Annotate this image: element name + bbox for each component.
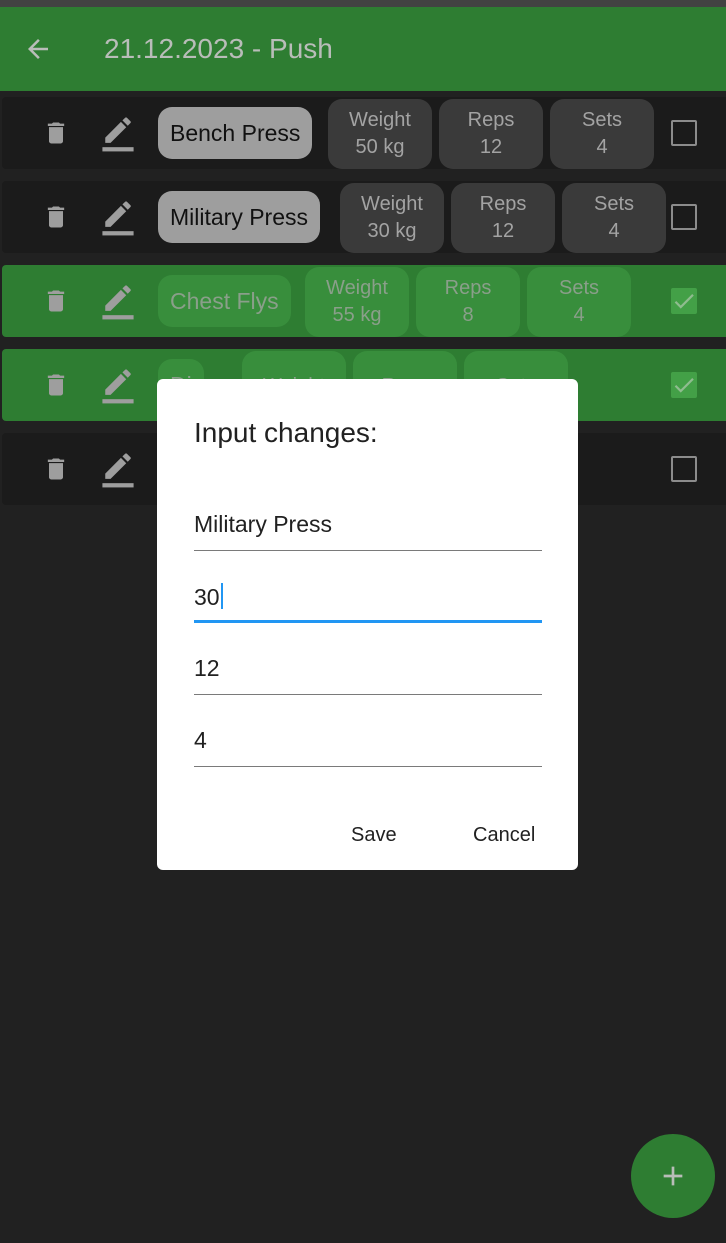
- cancel-button[interactable]: Cancel: [473, 824, 535, 847]
- plus-icon: [663, 1166, 683, 1186]
- name-field[interactable]: Military Press: [194, 489, 542, 551]
- reps-value: 12: [479, 136, 503, 158]
- pencil-icon: [102, 117, 134, 152]
- delete-button[interactable]: [40, 265, 72, 337]
- reps-label: Reps: [467, 109, 515, 131]
- edit-button[interactable]: [98, 181, 138, 253]
- weight-field[interactable]: 30: [194, 561, 542, 623]
- add-exercise-button[interactable]: [631, 1134, 715, 1218]
- reps-field-value: 12: [194, 655, 220, 681]
- sets-value: 4: [596, 136, 608, 158]
- sets-field-value: 4: [194, 727, 207, 753]
- exercise-name-chip[interactable]: Bench Press: [158, 107, 313, 159]
- weight-chip[interactable]: Weight 55 kg: [305, 267, 409, 337]
- exercise-name-chip[interactable]: Military Press: [158, 191, 321, 243]
- done-checkbox[interactable]: [671, 456, 697, 482]
- exercise-row: Chest Flys Weight 55 kg Reps 8 Sets 4: [2, 265, 726, 337]
- dialog-title: Input changes:: [194, 417, 378, 448]
- weight-value: 55 kg: [332, 304, 382, 326]
- page-title: 21.12.2023 - Push: [104, 33, 333, 64]
- sets-chip[interactable]: Sets 4: [562, 183, 666, 253]
- reps-value: 8: [462, 304, 474, 326]
- trash-icon: [47, 206, 65, 228]
- exercise-row: Military Press Weight 30 kg Reps 12 Sets…: [2, 181, 726, 253]
- sets-label: Sets: [593, 193, 635, 215]
- delete-button[interactable]: [40, 433, 72, 505]
- edit-exercise-dialog: Input changes: Military Press 30 12 4 Sa…: [157, 379, 578, 870]
- exercise-name-chip[interactable]: Chest Flys: [158, 275, 291, 327]
- edit-button[interactable]: [98, 265, 138, 337]
- reps-chip[interactable]: Reps 12: [439, 99, 543, 169]
- delete-button[interactable]: [40, 181, 72, 253]
- check-icon: [674, 294, 694, 309]
- sets-field[interactable]: 4: [194, 705, 542, 767]
- save-button[interactable]: Save: [351, 824, 397, 847]
- edit-button[interactable]: [98, 349, 138, 421]
- app-bar: 21.12.2023 - Push: [0, 7, 726, 91]
- pencil-icon: [102, 453, 134, 488]
- sets-chip[interactable]: Sets 4: [527, 267, 631, 337]
- edit-button[interactable]: [98, 97, 138, 169]
- done-checkbox[interactable]: [671, 204, 697, 230]
- trash-icon: [47, 122, 65, 144]
- sets-value: 4: [573, 304, 585, 326]
- delete-button[interactable]: [40, 97, 72, 169]
- weight-chip[interactable]: Weight 50 kg: [328, 99, 432, 169]
- exercise-row: Bench Press Weight 50 kg Reps 12 Sets 4: [2, 97, 726, 169]
- weight-value: 50 kg: [355, 136, 405, 158]
- status-bar: [0, 0, 726, 7]
- done-checkbox[interactable]: [671, 120, 697, 146]
- weight-label: Weight: [349, 109, 411, 131]
- reps-value: 12: [491, 220, 515, 242]
- reps-chip[interactable]: Reps 8: [416, 267, 520, 337]
- check-icon: [674, 378, 694, 393]
- back-button[interactable]: [0, 7, 76, 91]
- weight-label: Weight: [361, 193, 423, 215]
- screen: 21.12.2023 - Push Bench Press Weight 50 …: [0, 0, 726, 1243]
- trash-icon: [47, 458, 65, 480]
- done-checkbox[interactable]: [671, 372, 697, 398]
- sets-label: Sets: [558, 277, 600, 299]
- reps-chip[interactable]: Reps 12: [451, 183, 555, 253]
- reps-label: Reps: [479, 193, 527, 215]
- sets-value: 4: [608, 220, 620, 242]
- text-caret: [220, 583, 223, 609]
- edit-button[interactable]: [98, 433, 138, 505]
- pencil-icon: [102, 285, 134, 320]
- trash-icon: [47, 374, 65, 396]
- weight-value: 30 kg: [367, 220, 417, 242]
- arrow-left-icon: [28, 39, 48, 59]
- delete-button[interactable]: [40, 349, 72, 421]
- done-checkbox[interactable]: [671, 288, 697, 314]
- weight-label: Weight: [326, 277, 388, 299]
- pencil-icon: [102, 369, 134, 404]
- pencil-icon: [102, 201, 134, 236]
- sets-label: Sets: [581, 109, 623, 131]
- sets-chip[interactable]: Sets 4: [550, 99, 654, 169]
- weight-chip[interactable]: Weight 30 kg: [340, 183, 444, 253]
- reps-field[interactable]: 12: [194, 633, 542, 695]
- reps-label: Reps: [444, 277, 492, 299]
- name-field-value: Military Press: [194, 511, 333, 537]
- weight-field-value: 30: [194, 584, 220, 610]
- trash-icon: [47, 290, 65, 312]
